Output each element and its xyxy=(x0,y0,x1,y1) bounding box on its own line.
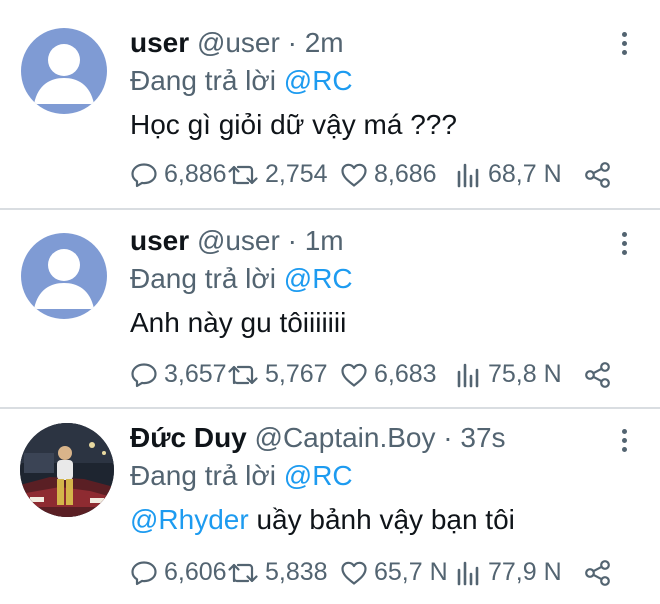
default-avatar-icon xyxy=(34,249,94,309)
tweet-header: user @user · 2m xyxy=(130,26,640,60)
reply-button[interactable]: 6,886 xyxy=(130,160,227,189)
reply-button[interactable]: 3,657 xyxy=(130,360,227,389)
avatar[interactable] xyxy=(20,423,114,517)
view-count: 68,7 N xyxy=(488,160,562,188)
user-handle[interactable]: @Captain.Boy xyxy=(255,422,436,453)
timestamp[interactable]: · 1m xyxy=(288,225,344,256)
reply-context: Đang trả lời @RC xyxy=(130,459,640,493)
default-avatar-icon xyxy=(34,44,94,104)
avatar[interactable] xyxy=(21,233,107,319)
reply-icon xyxy=(131,362,157,387)
reply-button[interactable]: 6,606 xyxy=(130,558,227,587)
like-count: 65,7 N xyxy=(374,558,448,586)
retweet-count: 5,767 xyxy=(265,360,328,388)
reply-icon xyxy=(131,560,157,585)
views-button[interactable]: 68,7 N xyxy=(456,160,584,189)
reply-icon xyxy=(131,162,157,187)
tweet-header: Đức Duy @Captain.Boy · 37s xyxy=(130,421,640,455)
reply-tweet[interactable]: Đức Duy @Captain.Boy · 37s Đang trả lời … xyxy=(0,409,660,604)
share-button[interactable] xyxy=(584,559,612,587)
retweet-button[interactable]: 5,838 xyxy=(227,558,340,587)
user-handle[interactable]: @user xyxy=(197,225,280,256)
reply-prefix: Đang trả lời xyxy=(130,65,276,96)
retweet-count: 2,754 xyxy=(265,160,328,188)
like-button[interactable]: 6,683 xyxy=(340,360,456,389)
user-handle[interactable]: @user xyxy=(197,27,280,58)
like-count: 6,683 xyxy=(374,360,437,388)
tweet-text: Anh này gu tôiiiiiii xyxy=(130,307,347,338)
view-count: 77,9 N xyxy=(488,558,562,586)
views-button[interactable]: 75,8 N xyxy=(456,360,584,389)
views-icon xyxy=(457,561,479,585)
reply-to-mention[interactable]: @RC xyxy=(284,263,353,294)
display-name[interactable]: Đức Duy xyxy=(130,422,247,453)
display-name[interactable]: user xyxy=(130,27,189,58)
share-icon xyxy=(585,361,610,388)
timestamp[interactable]: · 37s xyxy=(443,422,505,453)
more-icon[interactable] xyxy=(620,32,628,58)
reply-count: 6,886 xyxy=(164,160,227,188)
tweet-text: Học gì giỏi dữ vậy má ??? xyxy=(130,109,457,140)
reply-context: Đang trả lời @RC xyxy=(130,64,640,98)
like-icon xyxy=(341,163,367,187)
reply-to-mention[interactable]: @RC xyxy=(284,460,353,491)
reply-to-mention[interactable]: @RC xyxy=(284,65,353,96)
tweet-header: user @user · 1m xyxy=(130,224,640,258)
share-icon xyxy=(585,161,610,188)
reply-count: 3,657 xyxy=(164,360,227,388)
reply-prefix: Đang trả lời xyxy=(130,460,276,491)
retweet-icon xyxy=(228,365,258,384)
avatar[interactable] xyxy=(21,28,107,114)
retweet-button[interactable]: 2,754 xyxy=(227,160,340,189)
views-button[interactable]: 77,9 N xyxy=(456,558,584,587)
tweet-actions: 3,657 5,767 6,683 75,8 N xyxy=(130,360,620,389)
like-count: 8,686 xyxy=(374,160,437,188)
reply-tweet[interactable]: user @user · 2m Đang trả lời @RC Học gì … xyxy=(0,0,660,208)
views-icon xyxy=(457,163,479,187)
share-button[interactable] xyxy=(584,161,612,189)
timestamp[interactable]: · 2m xyxy=(288,27,344,58)
like-icon xyxy=(341,561,367,585)
tweet-text: @Rhyder uầy bảnh vậy bạn tôi xyxy=(130,503,640,537)
more-icon[interactable] xyxy=(620,429,628,455)
retweet-count: 5,838 xyxy=(265,558,328,586)
reply-tweet[interactable]: user @user · 1m Đang trả lời @RC Anh này… xyxy=(0,210,660,407)
tweet-text-body: uầy bảnh vậy bạn tôi xyxy=(256,504,515,535)
like-button[interactable]: 8,686 xyxy=(340,160,456,189)
retweet-button[interactable]: 5,767 xyxy=(227,360,340,389)
profile-photo xyxy=(20,423,114,517)
view-count: 75,8 N xyxy=(488,360,562,388)
reply-count: 6,606 xyxy=(164,558,227,586)
like-button[interactable]: 65,7 N xyxy=(340,558,456,587)
tweet-actions: 6,606 5,838 65,7 N 77,9 N xyxy=(130,558,620,587)
like-icon xyxy=(341,363,367,387)
share-icon xyxy=(585,559,610,586)
text-mention[interactable]: @Rhyder xyxy=(130,504,249,535)
reply-context: Đang trả lời @RC xyxy=(130,262,640,296)
reply-prefix: Đang trả lời xyxy=(130,263,276,294)
more-icon[interactable] xyxy=(620,232,628,258)
share-button[interactable] xyxy=(584,361,612,389)
retweet-icon xyxy=(228,165,258,184)
tweet-actions: 6,886 2,754 8,686 68,7 N xyxy=(130,160,620,189)
retweet-icon xyxy=(228,563,258,582)
views-icon xyxy=(457,363,479,387)
display-name[interactable]: user xyxy=(130,225,189,256)
